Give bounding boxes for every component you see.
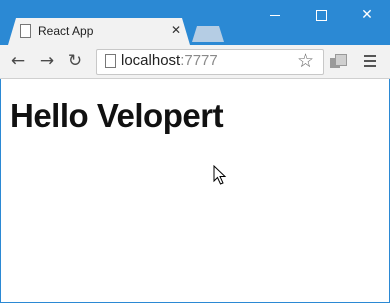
reload-icon: ↻ (67, 50, 83, 71)
close-icon: ✕ (361, 7, 373, 23)
forward-button[interactable]: → (36, 50, 58, 72)
url-text[interactable]: localhost:7777 (121, 52, 218, 69)
browser-window: ✕ React App ✕ ← → ↻ localhost:7777 ☆ Hel… (0, 0, 390, 303)
page-icon (105, 54, 116, 68)
reload-button[interactable]: ↻ (64, 50, 86, 72)
tab-title: React App (38, 24, 94, 38)
tab-react-app[interactable] (8, 18, 190, 45)
url-port: :7777 (180, 52, 218, 69)
new-tab-button[interactable] (192, 26, 224, 42)
maximize-button[interactable] (298, 0, 344, 30)
maximize-icon (315, 9, 327, 21)
menu-line (364, 60, 376, 62)
extension-icon[interactable] (330, 54, 347, 70)
close-window-button[interactable]: ✕ (344, 0, 390, 30)
extension-icon-front (335, 54, 347, 66)
arrow-right-icon: → (39, 50, 55, 71)
minimize-icon (270, 14, 280, 16)
url-host: localhost (121, 52, 181, 69)
back-button[interactable]: ← (7, 50, 29, 72)
menu-line (364, 55, 376, 57)
arrow-left-icon: ← (10, 50, 26, 71)
star-icon[interactable]: ☆ (297, 50, 314, 72)
page-heading: Hello Velopert (10, 97, 224, 134)
tab-close-icon[interactable]: ✕ (171, 23, 181, 37)
hamburger-menu-icon[interactable] (364, 55, 376, 67)
page-icon (20, 24, 31, 38)
mouse-pointer-icon (213, 165, 227, 185)
menu-line (364, 65, 376, 67)
minimize-button[interactable] (252, 0, 298, 30)
